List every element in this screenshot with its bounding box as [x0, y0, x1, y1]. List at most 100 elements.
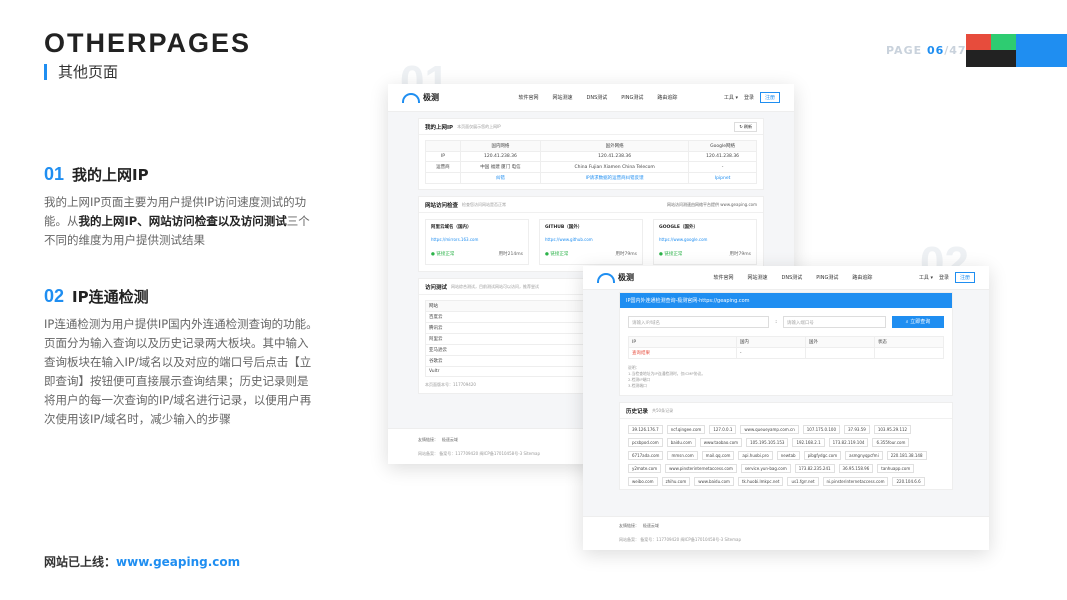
login-link[interactable]: 登录	[939, 274, 949, 281]
table-cell: 120.41.238.36	[540, 151, 690, 162]
shot-2-logo[interactable]: 极测	[597, 272, 667, 283]
history-tag[interactable]: mmsn.com	[667, 451, 698, 460]
shot-1-nav-right: 工具 ▾ 登录 注册	[724, 92, 780, 103]
refresh-button[interactable]: ↻ 刷新	[734, 121, 757, 132]
ip-check-card: IP国内外连通检测查询-极测官网-https://geaping.com 请输入…	[619, 292, 953, 396]
history-tag[interactable]: www.taobao.com	[699, 438, 743, 447]
site-check-status-text: 链接正常	[550, 252, 569, 257]
nav-item[interactable]: 软件官网	[518, 94, 538, 101]
history-tag[interactable]: www.baidu.com	[694, 477, 734, 486]
shot-1-logo[interactable]: 极测	[402, 92, 472, 103]
nav-item[interactable]: PING测试	[621, 94, 643, 101]
query-button[interactable]: ⌕ 立即查询	[892, 316, 944, 328]
history-tag[interactable]: us1.fgrr.net	[787, 477, 819, 486]
history-tag[interactable]: 220.181.38.148	[886, 451, 927, 460]
shot-1-nav-items: 软件官网 网站测速 DNS测试 PING测试 路由追踪	[472, 94, 724, 101]
site-check-url[interactable]: https://www.github.com	[545, 237, 637, 242]
history-tag[interactable]: 103.95.29.112	[873, 425, 912, 434]
section-2-title: IP连通检测	[72, 288, 149, 306]
site-check-name: GOOGLE（国外）	[659, 225, 698, 230]
history-tag[interactable]: ncf.qingee.com	[666, 425, 706, 434]
table-cell: 亚马逊云	[425, 344, 592, 356]
nav-item[interactable]: 网站测速	[552, 94, 572, 101]
ip-check-banner: IP国内外连通检测查询-极测官网-https://geaping.com	[620, 293, 952, 308]
history-tag[interactable]: www.pinsterinternetaccess.com	[665, 464, 737, 473]
history-tag[interactable]: zhihu.com	[661, 477, 691, 486]
table-header-cell: 状态	[873, 336, 945, 348]
my-ip-card: 我的上网IP 本页面仅展示您的上网IP ↻ 刷新 国内网络 国外网络 Google网…	[418, 118, 764, 190]
history-tag[interactable]: 173.82.235.241	[794, 464, 835, 473]
shot-2-footer: 友情链接： 极速云域 网站备案： 备案号：117709420 闽ICP备1701…	[583, 516, 989, 550]
login-link[interactable]: 登录	[744, 94, 754, 101]
site-check-status-row: ● 链接正常 用时79ms	[659, 251, 751, 257]
site-check-url[interactable]: https://mirrors.163.com	[431, 237, 523, 242]
history-count: 共50条记录	[652, 407, 674, 413]
history-header: 历史记录 共50条记录	[620, 403, 952, 419]
table-link[interactable]: Ipipnet	[688, 172, 757, 184]
table-row: IP 120.41.238.36 120.41.238.36 120.41.238.3…	[425, 151, 757, 162]
history-tag[interactable]: tanhuapp.com	[877, 464, 915, 473]
history-tag[interactable]: 220.104.6.6	[892, 477, 925, 486]
history-tag[interactable]: pibgfydgc.com	[803, 451, 842, 460]
site-check-url[interactable]: https://www.google.com	[659, 237, 751, 242]
nav-item[interactable]: DNS测试	[782, 274, 803, 281]
table-cell	[873, 347, 945, 359]
history-tag[interactable]: 105.195.105.153	[746, 438, 789, 447]
history-tag[interactable]: 6.355four.com	[872, 438, 910, 447]
section-1-heading: 01 我的上网IP	[44, 164, 319, 185]
table-cell: -	[688, 161, 757, 173]
history-tag[interactable]: pcsbpod.com	[628, 438, 663, 447]
history-tag[interactable]: ni.pinsterinternetaccess.com	[822, 477, 889, 486]
tools-menu[interactable]: 工具 ▾	[919, 274, 933, 281]
register-button[interactable]: 注册	[759, 92, 780, 103]
color-blocks	[966, 34, 1067, 67]
history-tag[interactable]: service.yun-bag.com	[740, 464, 791, 473]
history-tag[interactable]: www.queueyamp.com.cn	[740, 425, 799, 434]
history-tag[interactable]: 107.175.0.100	[802, 425, 840, 434]
site-url-link[interactable]: www.geaping.com	[116, 555, 240, 569]
table-row: 运营商 中国 福建 厦门 电信 China Fujian Xiamen China …	[425, 161, 757, 173]
register-button[interactable]: 注册	[954, 272, 975, 283]
table-link[interactable]: 纠错	[459, 172, 542, 184]
port-input[interactable]: 请输入端口号	[782, 316, 886, 328]
history-tag[interactable]: 192.168.2.1	[792, 438, 825, 447]
site-check-status: ● 链接正常	[431, 251, 454, 257]
nav-item[interactable]: 网站测速	[747, 274, 767, 281]
history-tag[interactable]: 127.0.0.1	[709, 425, 737, 434]
nav-item[interactable]: 软件官网	[713, 274, 733, 281]
history-tag[interactable]: baidu.com	[666, 438, 696, 447]
history-tag[interactable]: 37.93.59	[844, 425, 870, 434]
history-tag[interactable]: weibo.com	[628, 477, 658, 486]
nav-item[interactable]: 路由追踪	[852, 274, 872, 281]
table-cell	[425, 172, 461, 184]
history-tag[interactable]: api.huobi.pro	[738, 451, 773, 460]
table-cell: 阿里云	[425, 333, 592, 345]
history-tag[interactable]: y2mate.com	[628, 464, 662, 473]
table-cell: Vultr	[425, 366, 592, 377]
history-tag[interactable]: mail.qq.com	[701, 451, 735, 460]
shot-1-nav: 极测 软件官网 网站测速 DNS测试 PING测试 路由追踪 工具 ▾ 登录 注册	[388, 84, 794, 112]
table-link[interactable]: IP请求数据的运营商纠错反馈	[540, 172, 690, 184]
ip-input[interactable]: 请输入IP/域名	[628, 316, 770, 328]
tools-menu[interactable]: 工具 ▾	[724, 94, 738, 101]
site-check-time: 用时79ms	[615, 252, 637, 257]
history-tag[interactable]: newtab	[776, 451, 800, 460]
history-tag[interactable]: tk.huobi.lmkpc.net	[737, 477, 784, 486]
history-tag[interactable]: 6717ada.com	[628, 451, 664, 460]
table-cell: IP	[425, 151, 461, 162]
shot-2-icp: 网站备案： 备案号：117709420 闽ICP备17010458号-3 Sit…	[619, 537, 742, 542]
site-check-time: 用时79ms	[729, 252, 751, 257]
nav-item[interactable]: 路由追踪	[657, 94, 677, 101]
friend-link[interactable]: 极速云域	[643, 523, 659, 528]
history-tag[interactable]: 36.95.158.96	[838, 464, 874, 473]
nav-item[interactable]: DNS测试	[587, 94, 608, 101]
nav-item[interactable]: PING测试	[816, 274, 838, 281]
table-cell: -	[735, 347, 806, 359]
site-check-subtitle: 检查您访问网站是否正常	[462, 201, 507, 207]
history-tag[interactable]: 39.126.176.7	[628, 425, 663, 434]
history-tag[interactable]: 173.82.119.104	[828, 438, 869, 447]
friend-link[interactable]: 极速云域	[442, 437, 458, 442]
history-tag[interactable]: asmgnyqpcfmi	[845, 451, 883, 460]
section-1-number: 01	[44, 164, 65, 184]
shot-2-nav: 极测 软件官网 网站测速 DNS测试 PING测试 路由追踪 工具 ▾ 登录 注册	[583, 266, 989, 290]
